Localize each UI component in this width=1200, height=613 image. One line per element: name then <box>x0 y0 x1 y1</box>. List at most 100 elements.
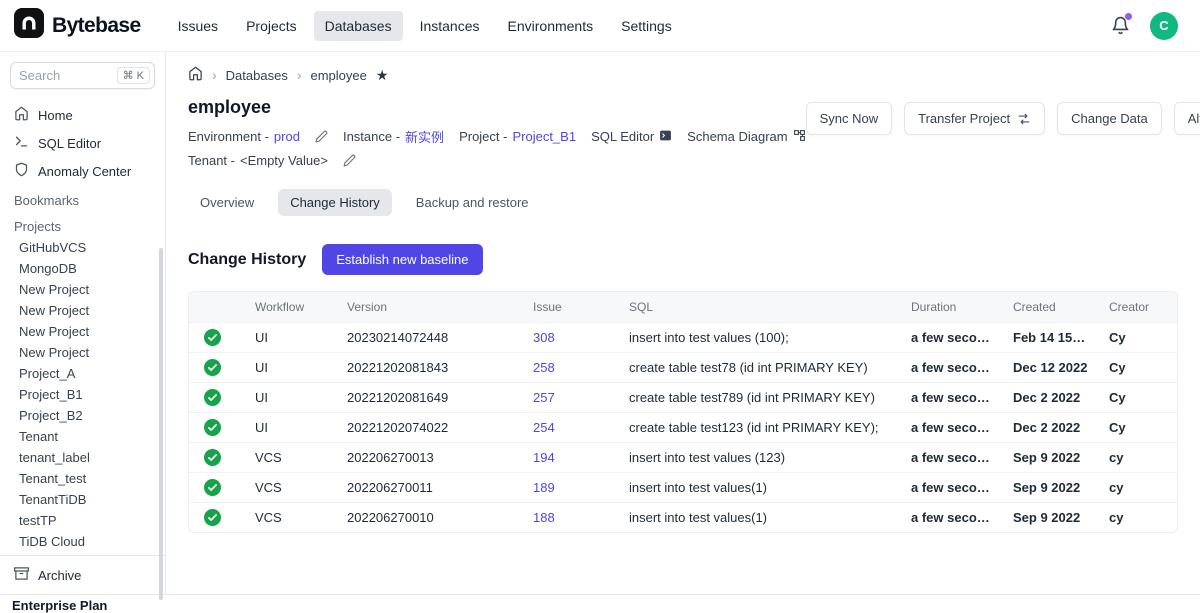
schema-diagram-shortcut[interactable]: Schema Diagram <box>687 129 805 145</box>
sidebar-project-item[interactable]: TiDB Cloud <box>0 531 165 552</box>
sidebar-bottom: Archive <box>0 555 165 594</box>
diagram-icon <box>793 129 806 145</box>
environment-label: Environment - <box>188 129 269 144</box>
breadcrumb-databases[interactable]: Databases <box>226 68 288 83</box>
workflow-cell: UI <box>245 413 337 443</box>
establish-baseline-button[interactable]: Establish new baseline <box>322 244 482 275</box>
schema-diagram-label: Schema Diagram <box>687 129 787 144</box>
bookmark-star-icon[interactable]: ★ <box>376 67 389 84</box>
duration-cell: a few seconds <box>901 383 1003 413</box>
column-status <box>189 292 245 323</box>
creator-cell: Cy <box>1099 383 1177 413</box>
database-meta: Environment - prod Instance - 新实例 Projec… <box>188 127 806 168</box>
change-data-button[interactable]: Change Data <box>1057 102 1162 135</box>
sidebar-project-item[interactable]: Tenant <box>0 426 165 447</box>
sidebar-project-item[interactable]: testTP <box>0 510 165 531</box>
instance-label: Instance - <box>343 129 400 144</box>
sidebar-item-anomaly-center[interactable]: Anomaly Center <box>0 157 165 185</box>
version-cell: 202206270013 <box>337 443 523 473</box>
table-row[interactable]: VCS 202206270013 194 insert into test va… <box>189 443 1177 473</box>
table-row[interactable]: UI 20221202081843 258 create table test7… <box>189 353 1177 383</box>
workflow-cell: VCS <box>245 503 337 533</box>
database-tabs: Overview Change History Backup and resto… <box>188 189 1178 216</box>
sidebar-project-item[interactable]: Tenant_test <box>0 468 165 489</box>
sidebar-project-item[interactable]: GitHubVCS <box>0 237 165 258</box>
creator-cell: cy <box>1099 443 1177 473</box>
instance-meta: Instance - 新实例 <box>343 127 444 146</box>
tab-overview[interactable]: Overview <box>188 189 266 216</box>
project-meta: Project - Project_B1 <box>459 129 576 144</box>
nav-projects[interactable]: Projects <box>235 11 308 41</box>
issue-link[interactable]: 194 <box>533 450 555 465</box>
search-box[interactable]: ⌘ K <box>10 62 155 89</box>
success-check-icon <box>204 419 221 436</box>
success-check-icon <box>204 509 221 526</box>
sidebar-item-home[interactable]: Home <box>0 101 165 129</box>
alter-schema-button[interactable]: Alter Schema <box>1174 102 1200 135</box>
table-row[interactable]: UI 20221202081649 257 create table test7… <box>189 383 1177 413</box>
duration-cell: a few seconds <box>901 353 1003 383</box>
sql-cell: create table test123 (id int PRIMARY KEY… <box>619 413 901 443</box>
issue-link[interactable]: 258 <box>533 360 555 375</box>
version-cell: 20221202081649 <box>337 383 523 413</box>
nav-settings[interactable]: Settings <box>610 11 683 41</box>
created-cell: Dec 2 2022 <box>1003 413 1099 443</box>
transfer-project-button[interactable]: Transfer Project <box>904 102 1045 135</box>
sidebar: ⌘ K Home SQL Editor Anomaly Center Bookm… <box>0 52 166 594</box>
main-content: › Databases › employee ★ employee Enviro… <box>166 52 1200 594</box>
breadcrumb-home-icon[interactable] <box>188 66 203 84</box>
table-row[interactable]: VCS 202206270011 189 insert into test va… <box>189 473 1177 503</box>
home-icon <box>14 106 29 124</box>
table-row[interactable]: VCS 202206270010 188 insert into test va… <box>189 503 1177 533</box>
user-avatar[interactable]: C <box>1150 12 1178 40</box>
breadcrumb-current: employee <box>311 68 367 83</box>
tab-backup-restore[interactable]: Backup and restore <box>404 189 541 216</box>
nav-environments[interactable]: Environments <box>497 11 605 41</box>
duration-cell: a few seconds <box>901 473 1003 503</box>
issue-link[interactable]: 254 <box>533 420 555 435</box>
bytebase-brand[interactable]: Bytebase <box>14 8 141 43</box>
edit-environment-icon[interactable] <box>315 130 328 143</box>
nav-issues[interactable]: Issues <box>167 11 229 41</box>
version-cell: 20230214072448 <box>337 323 523 353</box>
tenant-meta: Tenant - <Empty Value> <box>188 153 328 168</box>
sidebar-project-item[interactable]: New Project <box>0 321 165 342</box>
sidebar-project-item[interactable]: TenantTiDB <box>0 489 165 510</box>
page-title: employee <box>188 97 806 118</box>
plan-footer: Enterprise Plan <box>0 594 1200 613</box>
sql-cell: create table test789 (id int PRIMARY KEY… <box>619 383 901 413</box>
issue-link[interactable]: 188 <box>533 510 555 525</box>
sidebar-scrollbar[interactable] <box>159 248 163 600</box>
nav-databases[interactable]: Databases <box>314 11 403 41</box>
sidebar-project-item[interactable]: New Project <box>0 300 165 321</box>
issue-link[interactable]: 308 <box>533 330 555 345</box>
sidebar-project-item[interactable]: Project_A <box>0 363 165 384</box>
sidebar-project-item[interactable]: tenant_label <box>0 447 165 468</box>
notification-dot <box>1125 13 1132 20</box>
instance-link[interactable]: 新实例 <box>405 127 444 146</box>
issue-link[interactable]: 189 <box>533 480 555 495</box>
project-link[interactable]: Project_B1 <box>512 129 576 144</box>
notification-bell-icon[interactable] <box>1111 16 1130 36</box>
issue-link[interactable]: 257 <box>533 390 555 405</box>
sql-editor-shortcut[interactable]: SQL Editor <box>591 129 672 145</box>
duration-cell: a few seconds <box>901 413 1003 443</box>
search-input[interactable] <box>19 68 105 83</box>
sidebar-item-label: Home <box>38 108 73 123</box>
sidebar-project-item[interactable]: Project_B2 <box>0 405 165 426</box>
nav-instances[interactable]: Instances <box>409 11 491 41</box>
sidebar-item-archive[interactable]: Archive <box>0 561 165 589</box>
sidebar-item-sql-editor[interactable]: SQL Editor <box>0 129 165 157</box>
sidebar-project-item[interactable]: Project_B1 <box>0 384 165 405</box>
tab-change-history[interactable]: Change History <box>278 189 392 216</box>
success-check-icon <box>204 389 221 406</box>
table-row[interactable]: UI 20221202074022 254 create table test1… <box>189 413 1177 443</box>
edit-tenant-icon[interactable] <box>343 154 356 167</box>
sidebar-project-item[interactable]: MongoDB <box>0 258 165 279</box>
table-row[interactable]: UI 20230214072448 308 insert into test v… <box>189 323 1177 353</box>
sidebar-project-item[interactable]: New Project <box>0 342 165 363</box>
environment-link[interactable]: prod <box>274 129 300 144</box>
sql-cell: create table test78 (id int PRIMARY KEY) <box>619 353 901 383</box>
sidebar-project-item[interactable]: New Project <box>0 279 165 300</box>
sync-now-button[interactable]: Sync Now <box>806 102 893 135</box>
